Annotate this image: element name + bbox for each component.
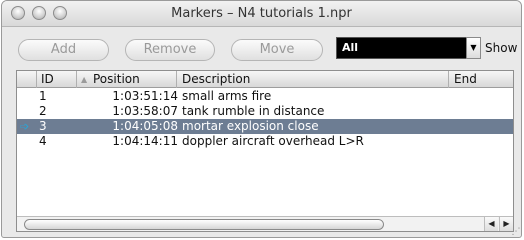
chevron-down-icon[interactable]: ▼ [466, 37, 481, 59]
move-button[interactable]: Move [231, 39, 323, 61]
play-arrow-icon: ➩ [20, 120, 30, 133]
remove-button[interactable]: Remove [125, 39, 215, 61]
row-id: 2 [39, 104, 47, 118]
table-row[interactable]: 2 1:03:58:07 tank rumble in distance [17, 104, 513, 119]
row-position: 1:03:51:14 [112, 89, 178, 103]
table-row-selected[interactable]: ➩ 3 1:04:05:08 mortar explosion close [17, 119, 513, 134]
row-description: doppler aircraft overhead L>R [182, 134, 364, 148]
row-id: 1 [39, 89, 47, 103]
table-header: ID ▲ Position Description End [17, 71, 513, 88]
resize-grip-icon[interactable]: ⋰ [511, 227, 521, 237]
scrollbar-thumb[interactable] [24, 219, 384, 230]
column-header-description[interactable]: Description [177, 71, 449, 88]
filter-select-value: All [342, 41, 359, 54]
horizontal-scrollbar[interactable]: ◀ ▶ [17, 216, 513, 231]
title-bar[interactable]: Markers – N4 tutorials 1.npr [2, 1, 521, 27]
row-description: tank rumble in distance [182, 104, 325, 118]
toolbar: Add Remove Move All ▼ Show [2, 28, 521, 68]
window-title: Markers – N4 tutorials 1.npr [171, 6, 352, 21]
row-description: mortar explosion close [182, 119, 319, 133]
row-position: 1:04:14:11 [112, 134, 178, 148]
show-label: Show [485, 41, 518, 55]
add-button[interactable]: Add [18, 39, 109, 61]
column-header-id[interactable]: ID [37, 71, 77, 88]
row-position: 1:04:05:08 [112, 119, 178, 133]
sort-ascending-icon: ▲ [81, 75, 88, 84]
markers-table: ID ▲ Position Description End 1 1:03:51:… [16, 70, 514, 232]
scroll-left-arrow-icon[interactable]: ◀ [484, 217, 498, 231]
table-row[interactable]: 4 1:04:14:11 doppler aircraft overhead L… [17, 134, 513, 149]
row-id: 3 [39, 119, 47, 133]
column-header-end[interactable]: End [449, 71, 515, 88]
table-body: 1 1:03:51:14 small arms fire 2 1:03:58:0… [17, 89, 513, 149]
markers-window: Markers – N4 tutorials 1.npr Add Remove … [1, 0, 522, 238]
column-header-position-label: Position [93, 72, 140, 86]
row-id: 4 [39, 134, 47, 148]
filter-select[interactable]: All ▼ [336, 37, 481, 59]
table-row[interactable]: 1 1:03:51:14 small arms fire [17, 89, 513, 104]
row-description: small arms fire [182, 89, 272, 103]
column-header-position[interactable]: ▲ Position [77, 71, 177, 88]
column-header-marker[interactable] [17, 71, 37, 88]
row-position: 1:03:58:07 [112, 104, 178, 118]
